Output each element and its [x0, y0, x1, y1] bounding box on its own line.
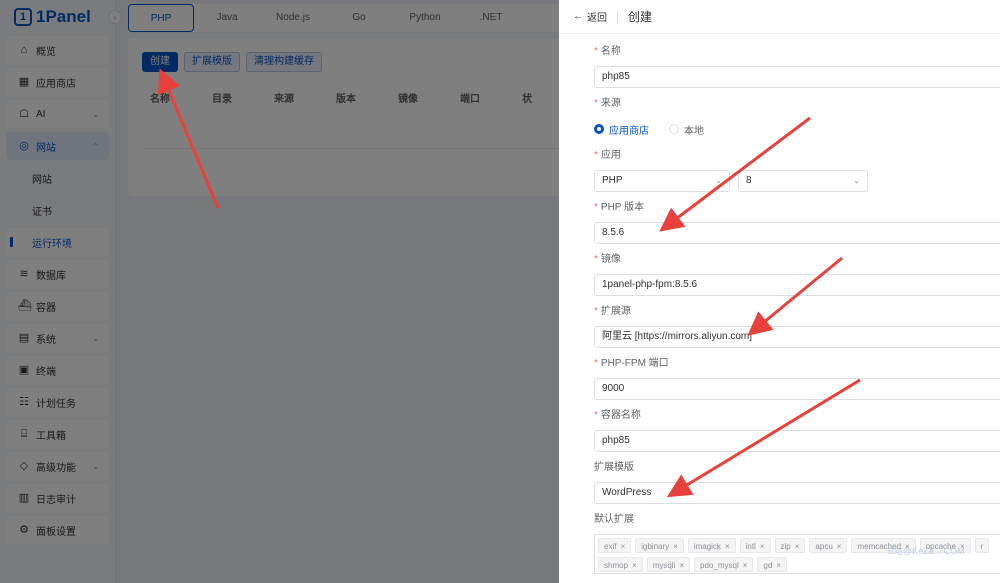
extension-tag: intl × — [739, 538, 771, 553]
ext-template-select[interactable]: WordPress — [594, 482, 1000, 504]
divider — [617, 10, 618, 23]
image-label: * 镜像 — [594, 254, 621, 265]
source-radio-local[interactable]: 本地 — [669, 122, 704, 137]
close-icon[interactable]: × — [837, 542, 842, 551]
create-runtime-drawer: ← 返回 创建 * 名称 php85 * 来源 应用商店 本地 * 应用 PHP ⌄ 8… — [559, 0, 1000, 583]
modal-overlay[interactable] — [0, 0, 559, 583]
extension-tag: mysqli × — [646, 557, 691, 572]
close-icon[interactable]: × — [725, 542, 730, 551]
arrow-left-icon: ← — [573, 11, 583, 22]
extension-tag: exif × — [598, 538, 632, 553]
close-icon[interactable]: × — [632, 561, 637, 570]
drawer-header: ← 返回 创建 — [559, 0, 1000, 34]
back-button[interactable]: ← 返回 — [573, 9, 607, 24]
container-name-label: * 容器名称 — [594, 410, 641, 421]
extension-tag: zip × — [774, 538, 806, 553]
ext-template-label: 扩展模版 — [594, 462, 634, 473]
default-ext-label: 默认扩展 — [594, 514, 634, 525]
extension-tag: imagick × — [687, 538, 736, 553]
image-input[interactable]: 1panel-php-fpm:8.5.6 — [594, 274, 1000, 296]
close-icon[interactable]: × — [795, 542, 800, 551]
drawer-title: 创建 — [628, 10, 653, 24]
extension-tag: pdo_mysql × — [694, 557, 754, 572]
close-icon[interactable]: × — [776, 561, 781, 570]
chevron-down-icon: ⌄ — [715, 176, 722, 185]
app-version-select[interactable]: 8 ⌄ — [738, 170, 868, 192]
extension-tag: apcu × — [809, 538, 848, 553]
name-label: * 名称 — [594, 46, 621, 57]
source-radio-group: 应用商店 本地 — [594, 118, 1000, 140]
back-label: 返回 — [587, 13, 607, 24]
close-icon[interactable]: × — [760, 542, 765, 551]
close-icon[interactable]: × — [679, 561, 684, 570]
ext-source-select[interactable]: 阿里云 [https://mirrors.aliyun.com] — [594, 326, 1000, 348]
app-select[interactable]: PHP ⌄ — [594, 170, 730, 192]
watermark: B站@KeZa... COM — [888, 546, 965, 556]
extension-tag: igbinary × — [635, 538, 684, 553]
php-version-input[interactable]: 8.5.6 — [594, 222, 1000, 244]
fpm-port-input[interactable]: 9000 — [594, 378, 1000, 400]
ext-source-label: * 扩展源 — [594, 306, 631, 317]
app-label: * 应用 — [594, 150, 621, 161]
radio-checked-icon — [594, 124, 604, 134]
chevron-down-icon: ⌄ — [853, 176, 860, 185]
radio-unchecked-icon — [669, 124, 679, 134]
php-version-label: * PHP 版本 — [594, 202, 645, 213]
create-form: * 名称 php85 * 来源 应用商店 本地 * 应用 PHP ⌄ 8 ⌄ * PHP 版… — [594, 44, 1000, 574]
container-name-input[interactable]: php85 — [594, 430, 1000, 452]
close-icon[interactable]: × — [673, 542, 678, 551]
source-label: * 来源 — [594, 98, 621, 109]
close-icon[interactable]: × — [620, 542, 625, 551]
source-radio-app-store[interactable]: 应用商店 — [594, 122, 649, 137]
fpm-port-label: * PHP-FPM 端口 — [594, 358, 669, 369]
extension-tag: gd × — [757, 557, 787, 572]
close-icon[interactable]: × — [743, 561, 748, 570]
name-input[interactable]: php85 — [594, 66, 1000, 88]
extension-tag: r — [974, 538, 990, 553]
extension-tag: shmop × — [598, 557, 643, 572]
